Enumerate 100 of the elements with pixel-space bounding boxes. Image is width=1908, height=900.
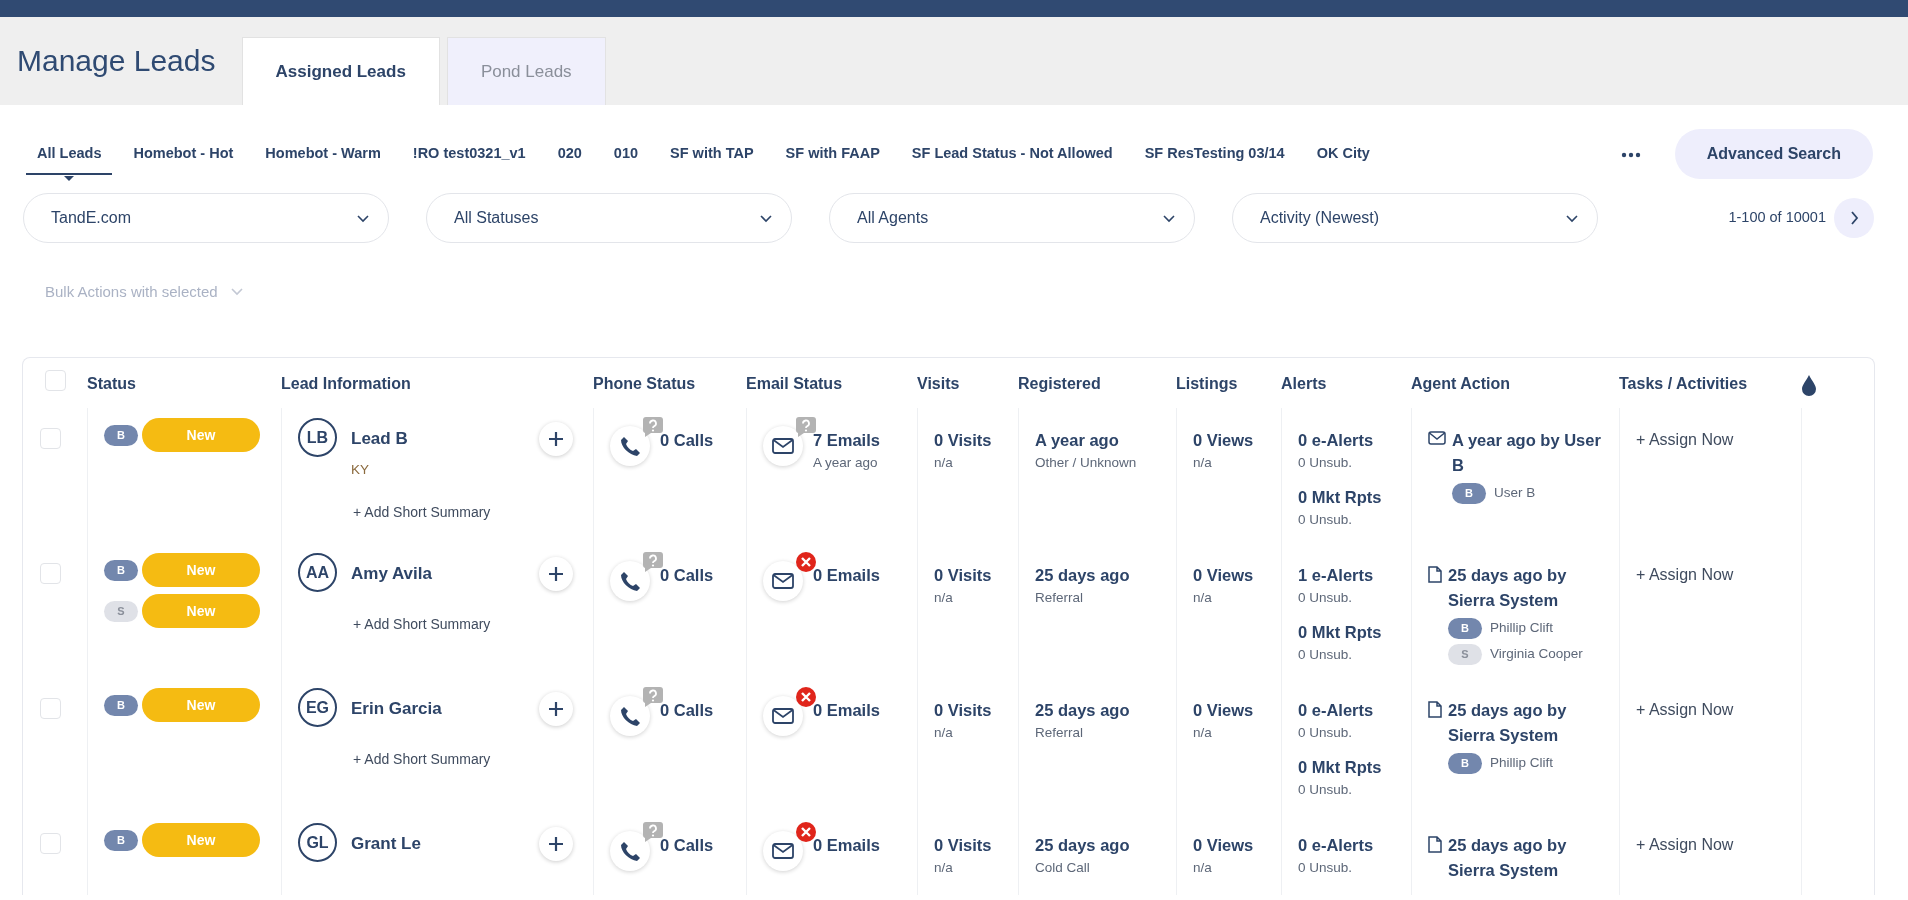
call-count: 0 Calls <box>660 835 714 856</box>
unsubscribe-count: 0 Unsub. <box>1298 588 1354 607</box>
dropdown-value: Activity (Newest) <box>1260 208 1380 228</box>
lead-name[interactable]: Erin Garcia <box>351 696 442 722</box>
call-count: 0 Calls <box>660 430 714 451</box>
column-header: Email Status <box>746 374 844 394</box>
saved-search-tab[interactable]: All Leads <box>26 133 113 183</box>
lead-initials-avatar: AA <box>298 553 337 592</box>
alert-count: 1 e-Alerts <box>1298 565 1375 586</box>
row-checkbox[interactable] <box>39 698 61 719</box>
chevron-down-icon <box>1162 213 1176 223</box>
agent-initial-badge: S <box>104 600 138 622</box>
alert-count: 0 e-Alerts <box>1298 430 1375 451</box>
plus-icon <box>548 431 564 447</box>
add-summary-link[interactable]: + Add Short Summary <box>353 614 491 635</box>
agent-action-text: 25 days ago by Sierra System <box>1448 700 1568 746</box>
row-checkbox[interactable] <box>39 833 61 854</box>
visit-count: 0 Visits <box>934 565 993 586</box>
assign-task-link[interactable]: + Assign Now <box>1636 428 1734 452</box>
saved-search-tab[interactable]: SF ResTesting 03/14 <box>1133 133 1296 183</box>
unsubscribe-count: 0 Unsub. <box>1298 723 1354 742</box>
envelope-icon <box>1428 431 1446 445</box>
saved-search-tab[interactable]: 010 <box>602 133 650 183</box>
lead-name[interactable]: Amy Avila <box>351 561 432 587</box>
unsubscribe-count: 0 Unsub. <box>1298 453 1354 472</box>
chevron-down-icon <box>1565 213 1579 223</box>
tab[interactable]: Assigned Leads <box>241 37 440 105</box>
envelope-icon <box>772 573 794 589</box>
visit-detail: n/a <box>934 453 954 472</box>
agent-initial-badge: B <box>104 694 138 716</box>
add-button[interactable] <box>539 422 573 456</box>
advanced-search-button[interactable]: Advanced Search <box>1674 129 1873 179</box>
lead-source: Referral <box>1035 723 1084 742</box>
add-button[interactable] <box>539 692 573 726</box>
listing-views: 0 Views <box>1193 835 1255 856</box>
column-header: Status <box>87 374 137 394</box>
lead-source: Referral <box>1035 588 1084 607</box>
add-summary-link[interactable]: + Add Short Summary <box>353 501 491 523</box>
alert-count: 0 Mkt Rpts <box>1298 757 1383 778</box>
envelope-icon <box>772 438 794 454</box>
column-header: Alerts <box>1281 374 1328 394</box>
saved-search-tab[interactable]: SF with TAP <box>659 133 765 183</box>
filter-dropdown[interactable]: All Statuses <box>426 193 792 243</box>
envelope-icon <box>772 843 794 859</box>
add-button[interactable] <box>539 827 573 861</box>
alert-count: 0 Mkt Rpts <box>1298 487 1383 508</box>
dropdown-value: All Statuses <box>454 208 539 228</box>
listing-detail: n/a <box>1193 858 1213 877</box>
email-count: 0 Emails <box>813 565 880 586</box>
registration-time: 25 days ago <box>1035 835 1131 856</box>
listing-views: 0 Views <box>1193 430 1255 451</box>
filter-dropdown[interactable]: All Agents <box>829 193 1195 243</box>
lead-source: Other / Unknown <box>1035 453 1138 472</box>
more-icon[interactable] <box>1620 151 1641 158</box>
chevron-down-icon <box>759 213 773 223</box>
agent-action-text: 25 days ago by Sierra System <box>1448 565 1568 611</box>
lead-initials-avatar: GL <box>298 823 337 862</box>
lead-initials-avatar: EG <box>298 688 337 727</box>
select-all-checkbox[interactable] <box>44 370 66 391</box>
dropdown-value: TandE.com <box>51 208 132 228</box>
column-header: Tasks / Activities <box>1619 374 1749 394</box>
next-page-button[interactable] <box>1834 198 1874 238</box>
add-summary-link[interactable]: + Add Short Summary <box>353 749 491 770</box>
document-icon <box>1428 566 1442 583</box>
agent-initial-badge: B <box>1448 752 1482 774</box>
email-count: 7 Emails <box>813 430 880 451</box>
visit-count: 0 Visits <box>934 835 993 856</box>
document-icon <box>1428 836 1442 853</box>
agent-initial-badge: B <box>104 424 138 446</box>
plus-icon <box>548 566 564 582</box>
column-header: Agent Action <box>1411 374 1511 394</box>
phone-icon <box>619 840 641 862</box>
listing-detail: n/a <box>1193 588 1213 607</box>
assign-task-link[interactable]: + Assign Now <box>1636 698 1734 722</box>
assign-task-link[interactable]: + Assign Now <box>1636 833 1734 857</box>
saved-search-tab[interactable]: Homebot - Warm <box>254 133 392 183</box>
registration-time: 25 days ago <box>1035 700 1131 721</box>
listing-detail: n/a <box>1193 723 1213 742</box>
assign-task-link[interactable]: + Assign Now <box>1636 563 1734 587</box>
add-button[interactable] <box>539 557 573 591</box>
saved-search-tab[interactable]: SF Lead Status - Not Allowed <box>900 133 1124 183</box>
saved-search-tab[interactable]: SF with FAAP <box>774 133 891 183</box>
saved-search-tab[interactable]: OK City <box>1305 133 1381 183</box>
row-checkbox[interactable] <box>39 428 61 449</box>
filter-dropdown[interactable]: TandE.com <box>23 193 389 243</box>
listing-views: 0 Views <box>1193 700 1255 721</box>
agent-initial-badge: B <box>104 559 138 581</box>
filter-dropdown[interactable]: Activity (Newest) <box>1232 193 1598 243</box>
lead-name[interactable]: Grant Le <box>351 831 421 857</box>
saved-search-tab[interactable]: 020 <box>546 133 593 183</box>
row-checkbox[interactable] <box>39 563 61 584</box>
lead-name[interactable]: Lead B <box>351 426 408 452</box>
call-count: 0 Calls <box>660 700 714 721</box>
document-icon <box>1428 701 1442 718</box>
saved-search-tab[interactable]: Homebot - Hot <box>122 133 245 183</box>
saved-search-tab[interactable]: !RO test0321_v1 <box>401 133 537 183</box>
agent-name: Phillip Clift <box>1490 753 1554 772</box>
column-header: Registered <box>1018 374 1102 394</box>
phone-icon <box>619 570 641 592</box>
unsubscribe-count: 0 Unsub. <box>1298 858 1354 877</box>
